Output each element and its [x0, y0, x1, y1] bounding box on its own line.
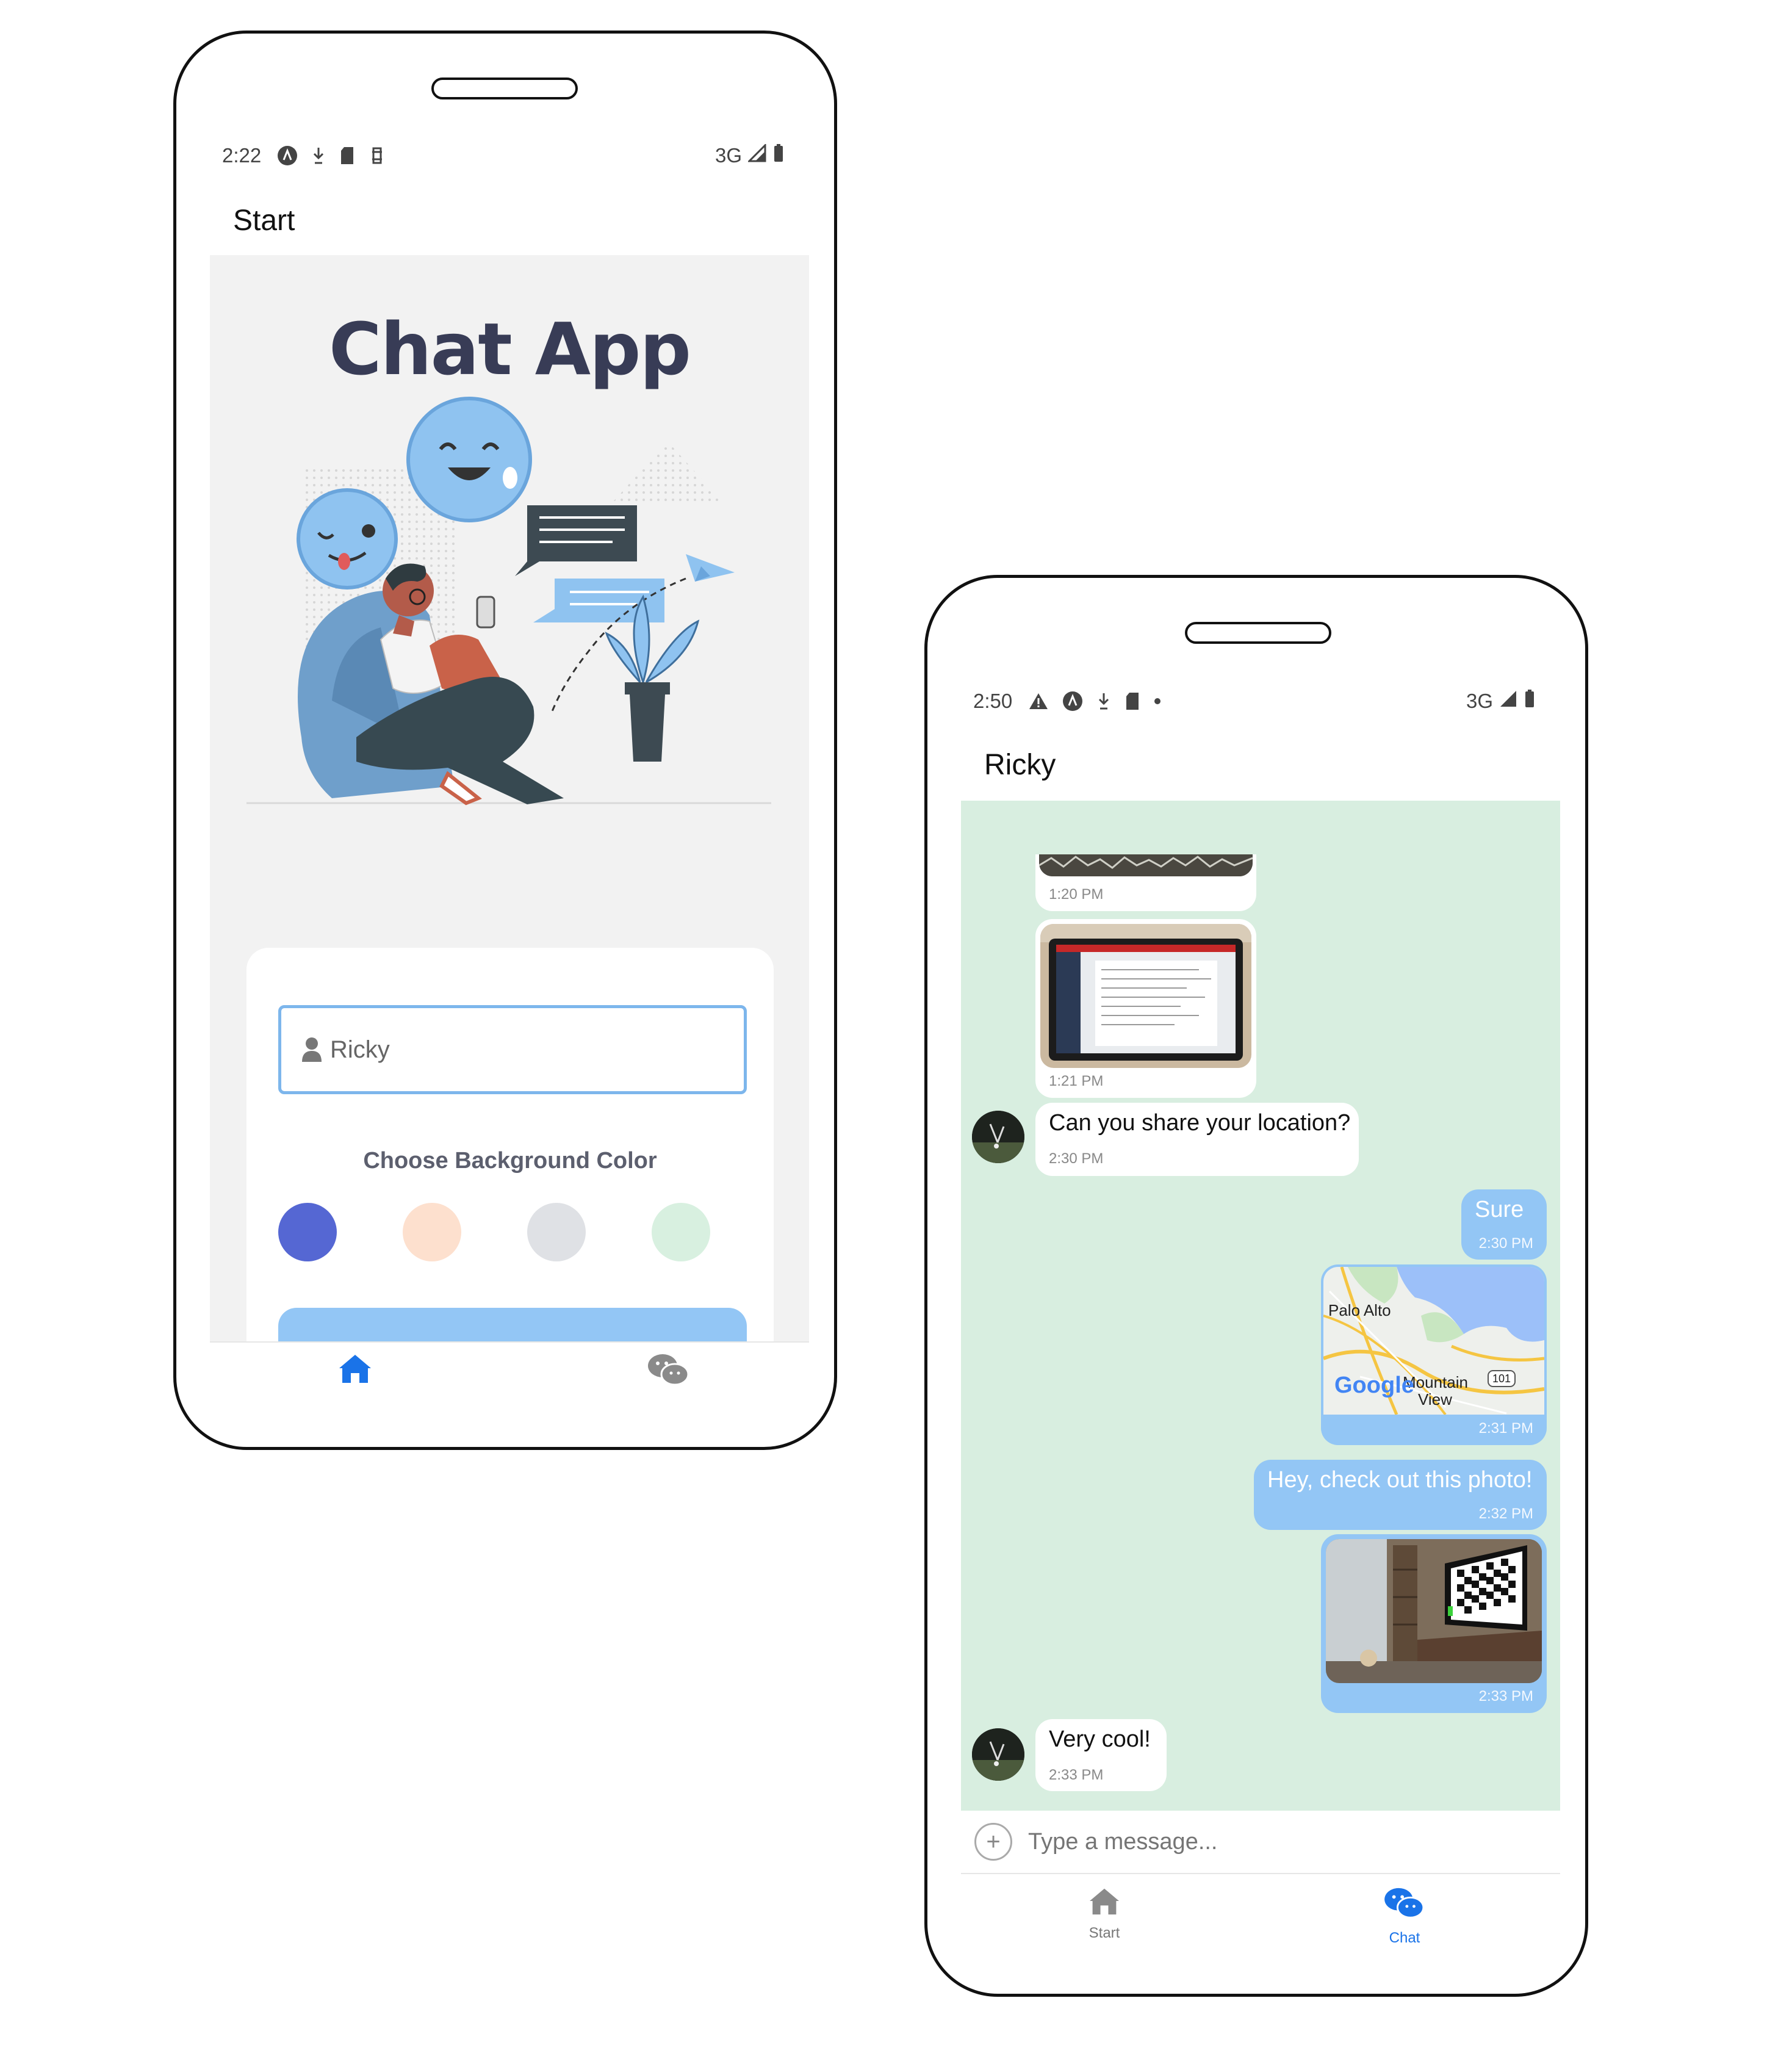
page-title: Chat App	[329, 307, 691, 391]
bottom-nav	[210, 1341, 809, 1393]
message-text: Very cool!	[1049, 1726, 1151, 1752]
signal-icon	[1499, 690, 1517, 713]
nav-chat[interactable]	[644, 1352, 693, 1389]
status-bar: 2:22 3G	[210, 136, 809, 175]
app-bar: Start	[210, 192, 809, 248]
laptop-photo-image[interactable]	[1040, 924, 1251, 1068]
name-input-value: Ricky	[330, 1036, 390, 1063]
bottom-tab-bar: Start Chat	[961, 1875, 1560, 1949]
battery-icon	[1524, 689, 1536, 713]
warning-icon	[1028, 692, 1049, 710]
message-time: 2:30 PM	[1049, 1150, 1104, 1167]
wink-emoji-icon	[297, 488, 398, 590]
chat-screen: 2:50 3G Ricky 1:20 PM 1:21 PM Can you sh…	[961, 682, 1560, 1951]
message-text: Hey, check out this photo!	[1267, 1467, 1533, 1493]
home-icon	[1088, 1886, 1121, 1919]
tab-start[interactable]: Start	[1059, 1886, 1150, 1942]
phone-frame-chat: 2:50 3G Ricky 1:20 PM 1:21 PM Can you sh…	[924, 575, 1588, 1997]
message-composer: +	[961, 1811, 1560, 1874]
message-bubble-incoming[interactable]: Very cool! 2:33 PM	[1035, 1719, 1167, 1791]
message-time: 2:31 PM	[1478, 1420, 1533, 1437]
message-bubble-outgoing[interactable]: Hey, check out this photo! 2:32 PM	[1254, 1460, 1547, 1530]
phone-frame-start: 2:22 3G Start Chat App Ricky Choose Back…	[173, 31, 837, 1450]
message-bubble-incoming[interactable]: 1:21 PM	[1035, 919, 1256, 1098]
tab-chat-label: Chat	[1389, 1930, 1420, 1946]
network-type: 3G	[714, 144, 742, 167]
sender-avatar[interactable]	[972, 1728, 1024, 1781]
tab-start-label: Start	[1089, 1925, 1120, 1941]
color-swatch-peach[interactable]	[403, 1203, 461, 1261]
app-bar: Ricky	[961, 737, 1560, 793]
more-notifications-dot-icon	[1154, 698, 1161, 705]
name-input[interactable]: Ricky	[278, 1005, 747, 1094]
message-bubble-outgoing[interactable]: 101 Palo Alto Mountain View Google 2:31 …	[1321, 1264, 1547, 1445]
nav-home[interactable]	[331, 1352, 380, 1389]
app-bar-title: Start	[233, 204, 295, 237]
phone-speaker	[431, 78, 578, 99]
tab-chat[interactable]: Chat	[1359, 1886, 1450, 1947]
hero-illustration-image	[246, 397, 771, 806]
message-time: 2:32 PM	[1478, 1506, 1533, 1522]
message-time: 2:33 PM	[1049, 1767, 1104, 1783]
message-text: Can you share your location?	[1049, 1110, 1351, 1136]
map-label-palo-alto: Palo Alto	[1328, 1301, 1391, 1319]
signal-icon	[747, 143, 766, 167]
color-swatch-green[interactable]	[652, 1203, 710, 1261]
message-bubble-outgoing[interactable]: Sure 2:30 PM	[1461, 1189, 1547, 1260]
home-icon	[337, 1352, 373, 1389]
message-time: 2:33 PM	[1478, 1688, 1533, 1704]
message-bubble-outgoing[interactable]: 2:33 PM	[1321, 1534, 1547, 1713]
login-card: Ricky Choose Background Color Start Chat…	[246, 948, 774, 1393]
download-icon	[1096, 691, 1111, 711]
download-icon	[311, 146, 326, 165]
message-text: Sure	[1475, 1197, 1524, 1222]
app-notification-icon	[1062, 691, 1083, 712]
google-logo: Google	[1334, 1372, 1414, 1398]
chat-partner-name: Ricky	[984, 748, 1056, 781]
message-list[interactable]: 1:20 PM 1:21 PM Can you share your locat…	[961, 801, 1560, 1811]
location-map[interactable]: 101 Palo Alto Mountain View Google	[1323, 1267, 1544, 1415]
message-time: 1:20 PM	[1049, 886, 1104, 903]
laughing-emoji-icon	[406, 397, 532, 522]
color-swatch-gray[interactable]	[527, 1203, 586, 1261]
color-picker-label: Choose Background Color	[363, 1148, 657, 1174]
wechat-icon	[1383, 1886, 1426, 1924]
add-attachment-button[interactable]: +	[974, 1823, 1012, 1861]
status-time: 2:22	[222, 144, 262, 167]
message-time: 1:21 PM	[1049, 1073, 1104, 1089]
phone-speaker	[1185, 622, 1331, 644]
plus-icon: +	[986, 1828, 1001, 1855]
status-bar: 2:50 3G	[961, 682, 1560, 721]
sd-card-icon	[339, 146, 355, 165]
message-bubble-incoming[interactable]: Can you share your location? 2:30 PM	[1035, 1103, 1359, 1176]
forest-photo-image[interactable]	[1039, 854, 1253, 876]
user-icon	[301, 1036, 323, 1063]
start-screen: 2:22 3G Start Chat App Ricky Choose Back…	[210, 136, 809, 1393]
message-time: 2:30 PM	[1478, 1235, 1533, 1252]
living-room-photo-image[interactable]	[1326, 1539, 1542, 1683]
sender-avatar[interactable]	[972, 1111, 1024, 1163]
sd-card-icon	[1124, 691, 1140, 711]
start-content: Chat App Ricky Choose Background Color	[210, 255, 809, 1393]
app-notification-icon	[277, 145, 298, 166]
wechat-icon	[647, 1352, 691, 1389]
map-label-view: View	[1418, 1390, 1452, 1408]
color-swatch-blue[interactable]	[278, 1203, 337, 1261]
highway-shield-label: 101	[1492, 1372, 1511, 1385]
network-type: 3G	[1466, 690, 1493, 712]
battery-icon	[772, 143, 785, 168]
status-time: 2:50	[973, 690, 1013, 712]
message-bubble-incoming[interactable]: 1:20 PM	[1035, 854, 1256, 911]
message-input[interactable]	[1028, 1828, 1560, 1855]
sync-icon	[369, 146, 386, 165]
